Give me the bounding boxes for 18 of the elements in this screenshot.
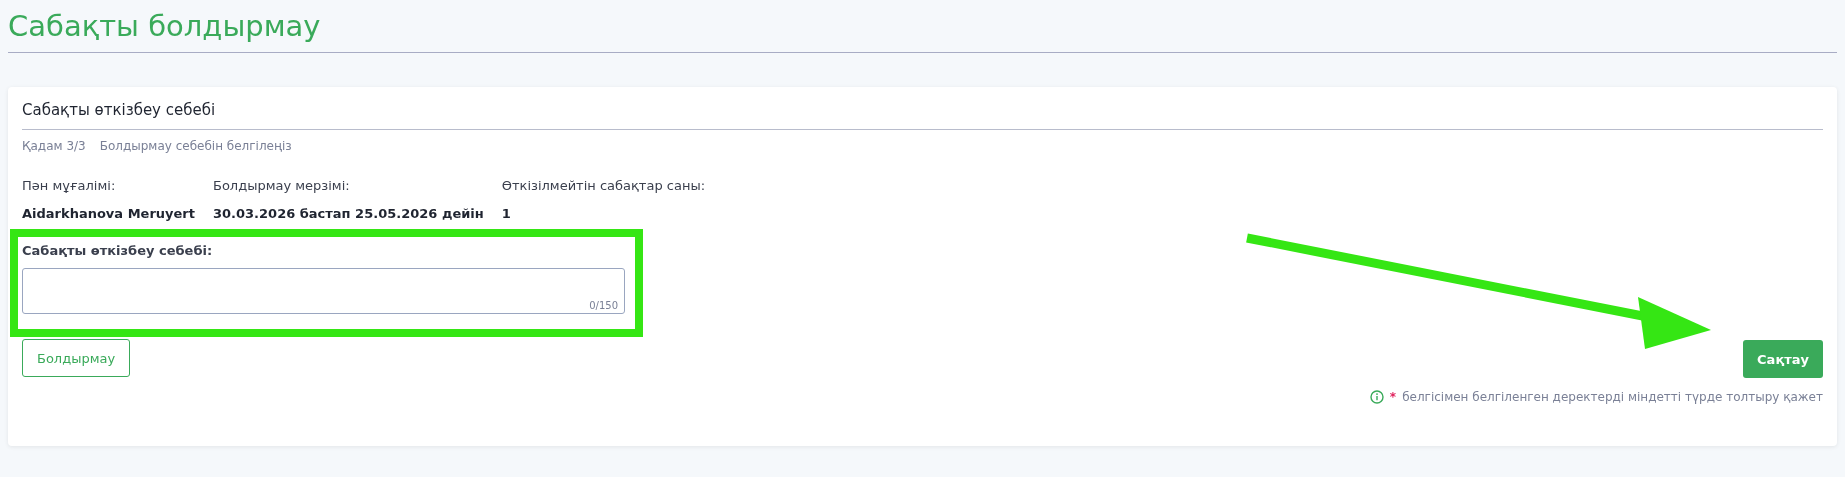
character-counter: 0/150 <box>589 300 618 311</box>
info-label: Өткізілмейтін сабақтар саны: <box>501 178 706 193</box>
cancel-button[interactable]: Болдырмау <box>22 339 131 377</box>
card-title: Сабақты өткізбеу себебі <box>22 101 217 121</box>
required-note: белгісімен белгіленген деректерді міндетті түрде толтыру қажет <box>1402 390 1823 404</box>
info-label: Пән мұғалімі: <box>22 178 117 193</box>
field-label: Сабақты өткізбеу себебі: <box>22 243 214 258</box>
info-value: 1 <box>501 206 512 221</box>
step-label: Болдырмау себебін белгілеңіз <box>99 139 292 153</box>
info-value: 30.03.2026 бастап 25.05.2026 дейін <box>213 206 484 221</box>
reason-field[interactable]: 0/150 <box>22 268 625 314</box>
page-title: Сабақты болдырмау <box>8 8 322 45</box>
info-value: Aidarkhanova Meruyert <box>22 206 195 221</box>
info-icon <box>1369 390 1384 404</box>
required-mark: * <box>1389 390 1397 404</box>
step-counter: Қадам 3/3 <box>22 139 86 153</box>
save-button[interactable]: Сақтау <box>1743 340 1823 378</box>
info-label: Болдырмау мерзімі: <box>213 178 351 193</box>
